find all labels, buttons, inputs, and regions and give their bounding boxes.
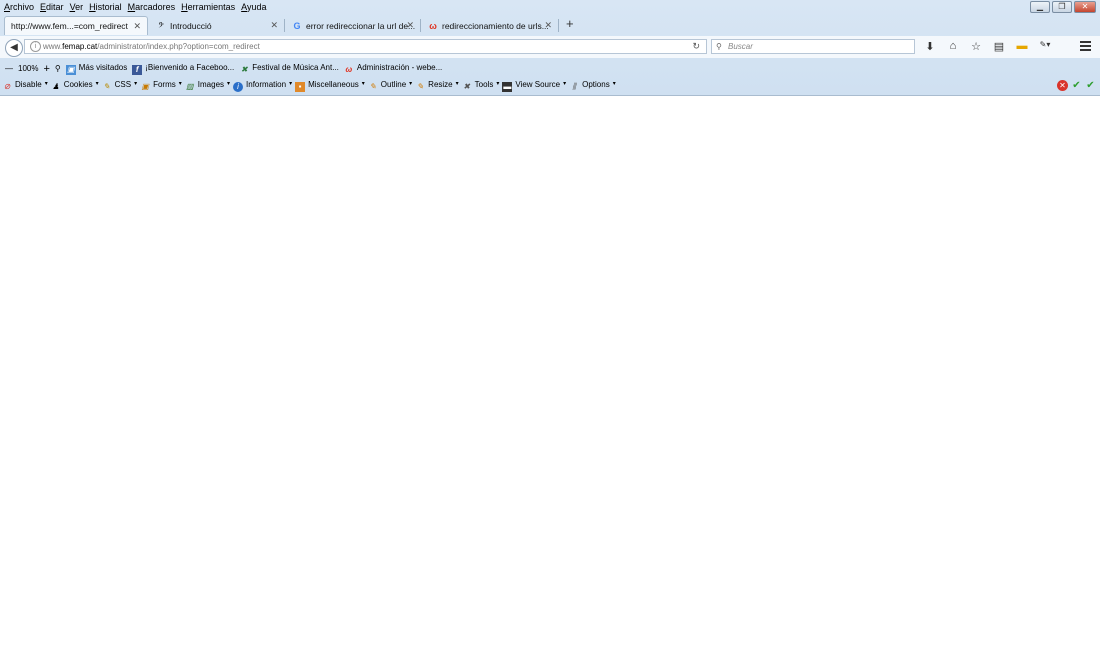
- w-icon: ω: [345, 64, 353, 74]
- dev-status-icons: ✕ ✔ ✔: [1057, 80, 1096, 91]
- dev-information[interactable]: i Information ▾: [233, 80, 292, 92]
- facebook-icon: f: [132, 64, 143, 75]
- info-icon[interactable]: i: [30, 41, 41, 52]
- download-icon[interactable]: ⬇: [924, 40, 936, 53]
- web-developer-toolbar: ⊘ Disable ▾ ♟ Cookies ▾ ✎ CSS ▾ ▣ Forms ▾ ▨ Image…: [0, 78, 1100, 94]
- clipboard-icon[interactable]: ▤: [993, 40, 1005, 53]
- outline-pencil-icon: ✎: [369, 82, 377, 91]
- dev-outline[interactable]: ✎ Outline ▾: [368, 80, 412, 92]
- cookies-icon: ♟: [52, 82, 60, 91]
- search-icon: ⚲: [716, 42, 722, 51]
- menu-herramientas[interactable]: Herramientas: [181, 2, 235, 12]
- addon-icon[interactable]: ✎▾: [1039, 40, 1051, 53]
- tab-introduccio[interactable]: 𝄢 Introducció ✕: [150, 16, 285, 35]
- close-tab-icon[interactable]: ✕: [270, 20, 278, 31]
- music-clef-icon: 𝄢: [158, 20, 164, 31]
- tab-label: error redireccionar la url de...: [306, 20, 416, 31]
- dev-css[interactable]: ✎ CSS ▾: [102, 80, 137, 92]
- search-input[interactable]: ⚲ Buscar: [711, 39, 915, 54]
- css-pencil-icon: ✎: [103, 82, 110, 91]
- bookmark-label: Más visitados: [78, 62, 128, 72]
- tab-label: redireccionamiento de urls...: [442, 20, 549, 31]
- restore-icon[interactable]: ❐: [1052, 1, 1072, 13]
- close-tab-icon[interactable]: ✕: [406, 20, 414, 31]
- tab-bar: http://www.fem...=com_redirect ✕ 𝄢 Intro…: [0, 14, 1100, 35]
- page-content: [0, 96, 1100, 666]
- dev-options[interactable]: ⫼ Options ▾: [569, 80, 615, 92]
- error-icon[interactable]: ✕: [1057, 80, 1068, 91]
- disable-icon: ⊘: [3, 82, 11, 91]
- menu-marcadores[interactable]: Marcadores: [128, 2, 176, 12]
- tab-separator: [558, 19, 559, 32]
- close-tab-icon[interactable]: ✕: [544, 20, 552, 31]
- dev-forms[interactable]: ▣ Forms ▾: [140, 80, 181, 92]
- tab-separator: [284, 19, 285, 32]
- dev-tools[interactable]: ✖ Tools ▾: [462, 80, 499, 92]
- festival-icon: ✖: [240, 64, 248, 74]
- bookmark-folder-icon: ▣: [65, 64, 76, 75]
- menu-icon[interactable]: [1080, 41, 1091, 53]
- dev-view-source[interactable]: ▬ View Source ▾: [502, 80, 566, 92]
- navigation-bar: ◀ i www.femap.cat/administrator/index.ph…: [0, 36, 1100, 58]
- zoom-out-icon[interactable]: —: [5, 64, 13, 73]
- tab-separator: [420, 19, 421, 32]
- search-placeholder: Buscar: [728, 42, 753, 51]
- tab-label: Introducció: [170, 20, 212, 31]
- url-path: /administrator/index.php?option=com_redi…: [97, 42, 260, 51]
- pocket-icon[interactable]: ▬: [1016, 40, 1028, 53]
- forms-icon: ▣: [141, 82, 149, 91]
- dev-miscellaneous[interactable]: ▪ Miscellaneous ▾: [295, 80, 365, 92]
- bookmark-facebook[interactable]: f ¡Bienvenido a Faceboo...: [132, 63, 234, 75]
- dev-images[interactable]: ▨ Images ▾: [185, 80, 230, 92]
- bookmarks-bar: — 100% + ⚲ ▣ Más visitados f ¡Bienvenido a…: [0, 61, 1100, 76]
- valid-html-check-icon[interactable]: ✔: [1085, 80, 1096, 91]
- bookmark-star-icon[interactable]: ☆: [970, 40, 982, 53]
- home-icon[interactable]: ⌂: [947, 40, 959, 53]
- bookmark-festival[interactable]: ✖ Festival de Música Ant...: [239, 63, 339, 75]
- information-icon: i: [233, 82, 244, 92]
- tools-icon: ✖: [463, 82, 470, 91]
- zoom-level[interactable]: 100%: [18, 64, 38, 73]
- new-tab-icon[interactable]: +: [566, 16, 574, 31]
- url-prefix: www.: [43, 42, 63, 51]
- find-icon[interactable]: ⚲: [55, 64, 61, 73]
- bookmark-label: Festival de Música Ant...: [252, 62, 339, 72]
- view-source-icon: ▬: [502, 82, 513, 92]
- back-icon[interactable]: ◀: [5, 39, 23, 57]
- menu-archivo[interactable]: Archivo: [4, 2, 34, 12]
- address-bar[interactable]: i www.femap.cat/administrator/index.php?…: [24, 39, 707, 54]
- menu-ver[interactable]: Ver: [70, 2, 84, 12]
- bookmark-administracion[interactable]: ω Administración - webe...: [344, 62, 443, 75]
- tab-error-redireccionar[interactable]: G error redireccionar la url de... ✕: [286, 16, 421, 35]
- close-icon[interactable]: ✕: [1074, 1, 1096, 13]
- dev-resize[interactable]: ✎ Resize ▾: [415, 80, 459, 92]
- dev-disable[interactable]: ⊘ Disable ▾: [2, 80, 48, 92]
- menu-historial[interactable]: Historial: [89, 2, 122, 12]
- w-icon: ω: [429, 20, 437, 31]
- close-tab-icon[interactable]: ✕: [133, 21, 141, 32]
- images-icon: ▨: [186, 82, 194, 91]
- toolbar-icons: ⬇ ⌂ ☆ ▤ ▬ ✎▾: [924, 40, 1051, 53]
- reload-icon[interactable]: ↻: [692, 40, 700, 53]
- google-icon: G: [293, 20, 301, 31]
- menu-ayuda[interactable]: Ayuda: [241, 2, 266, 12]
- zoom-in-icon[interactable]: +: [43, 63, 49, 75]
- options-icon: ⫼: [572, 82, 576, 91]
- bookmark-label: Administración - webe...: [356, 62, 443, 72]
- tab-label: http://www.fem...=com_redirect: [11, 21, 128, 31]
- bookmark-mas-visitados[interactable]: ▣ Más visitados: [65, 62, 128, 75]
- menu-editar[interactable]: Editar: [40, 2, 64, 12]
- url-domain: femap.cat: [62, 42, 98, 51]
- valid-css-check-icon[interactable]: ✔: [1071, 80, 1082, 91]
- tab-femap-redirect[interactable]: http://www.fem...=com_redirect ✕: [4, 16, 148, 35]
- dev-cookies[interactable]: ♟ Cookies ▾: [51, 80, 99, 92]
- menu-bar: Archivo Editar Ver Historial Marcadores …: [0, 0, 1100, 13]
- window-controls: ▁ ❐ ✕: [1030, 1, 1096, 13]
- browser-chrome: Archivo Editar Ver Historial Marcadores …: [0, 0, 1100, 96]
- resize-icon: ✎: [416, 82, 424, 91]
- tab-redireccionamiento[interactable]: ω redireccionamiento de urls... ✕: [422, 16, 559, 35]
- bookmark-label: ¡Bienvenido a Faceboo...: [145, 62, 235, 72]
- miscellaneous-icon: ▪: [295, 82, 306, 92]
- minimize-icon[interactable]: ▁: [1030, 1, 1050, 13]
